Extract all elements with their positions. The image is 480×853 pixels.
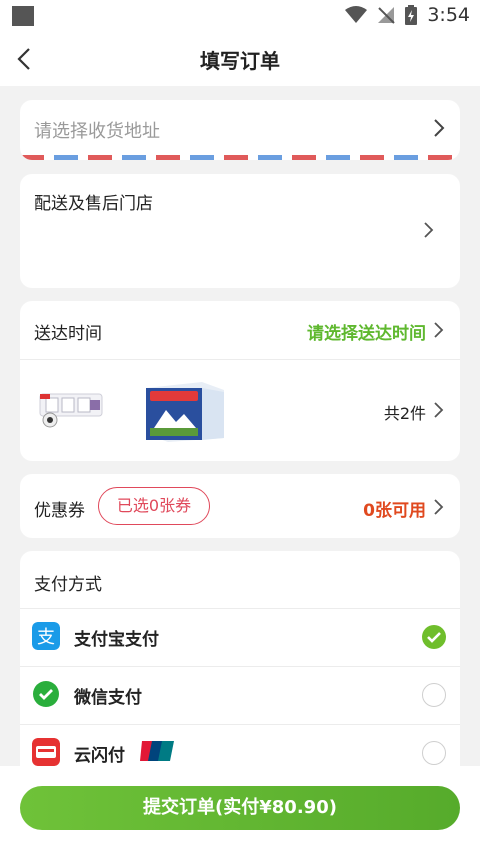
coupon-selected-badge: 已选0张券 xyxy=(98,487,210,525)
chevron-right-icon xyxy=(434,119,445,137)
svg-text:支: 支 xyxy=(37,627,55,648)
payment-methods-card: 支付方式 支 支付宝支付 微信支付 云闪付 xyxy=(20,551,460,791)
product-thumbnail-yogurt-cups xyxy=(39,393,103,428)
radio-checked-icon[interactable] xyxy=(422,625,446,649)
chevron-right-icon xyxy=(434,402,444,418)
envelope-stripe xyxy=(20,155,460,160)
quickpass-icon xyxy=(32,738,60,766)
payment-title: 支付方式 xyxy=(34,575,102,595)
address-selector[interactable]: 请选择收货地址 xyxy=(20,100,460,160)
chevron-right-icon xyxy=(434,322,444,338)
status-icons: 3:54 xyxy=(345,4,470,26)
chevron-right-icon xyxy=(434,499,444,515)
wifi-icon xyxy=(345,6,368,23)
delivery-time-label: 送达时间 xyxy=(34,324,102,344)
battery-icon xyxy=(405,5,418,25)
payment-name: 云闪付 xyxy=(74,746,125,766)
payment-name: 微信支付 xyxy=(74,688,142,708)
payment-name: 支付宝支付 xyxy=(74,630,159,650)
store-label: 配送及售后门店 xyxy=(34,194,153,214)
payment-option-alipay[interactable]: 支 支付宝支付 xyxy=(20,608,460,666)
notification-icon xyxy=(12,6,34,26)
delivery-time-value: 请选择送达时间 xyxy=(307,324,426,344)
delivery-card: 送达时间 请选择送达时间 共2件 xyxy=(20,301,460,461)
navigation-bar: 填写订单 xyxy=(0,32,480,86)
submit-order-button[interactable]: 提交订单(实付¥80.90) xyxy=(20,786,460,830)
page-title: 填写订单 xyxy=(200,49,280,73)
no-signal-icon xyxy=(378,7,396,24)
coupon-available: 0张可用 xyxy=(363,501,426,521)
delivery-time-row[interactable]: 送达时间 请选择送达时间 xyxy=(20,301,460,359)
wechat-pay-icon xyxy=(33,681,59,707)
status-bar: 3:54 xyxy=(0,0,480,32)
product-thumbnail-milk-box xyxy=(146,382,224,442)
bottom-bar: 提交订单(实付¥80.90) xyxy=(0,766,480,853)
address-placeholder: 请选择收货地址 xyxy=(34,121,160,142)
coupon-row[interactable]: 优惠券 已选0张券 0张可用 xyxy=(20,474,460,538)
radio-unchecked-icon[interactable] xyxy=(422,683,446,707)
coupon-label: 优惠券 xyxy=(34,501,85,521)
items-count: 共2件 xyxy=(383,404,426,423)
payment-option-wechat[interactable]: 微信支付 xyxy=(20,666,460,724)
unionpay-logo-icon xyxy=(140,741,174,761)
alipay-icon: 支 xyxy=(32,622,60,650)
radio-unchecked-icon[interactable] xyxy=(422,741,446,765)
clock: 3:54 xyxy=(427,4,470,26)
order-items-row[interactable]: 共2件 xyxy=(20,360,460,461)
store-selector[interactable]: 配送及售后门店 xyxy=(20,174,460,288)
chevron-right-icon xyxy=(424,222,434,238)
